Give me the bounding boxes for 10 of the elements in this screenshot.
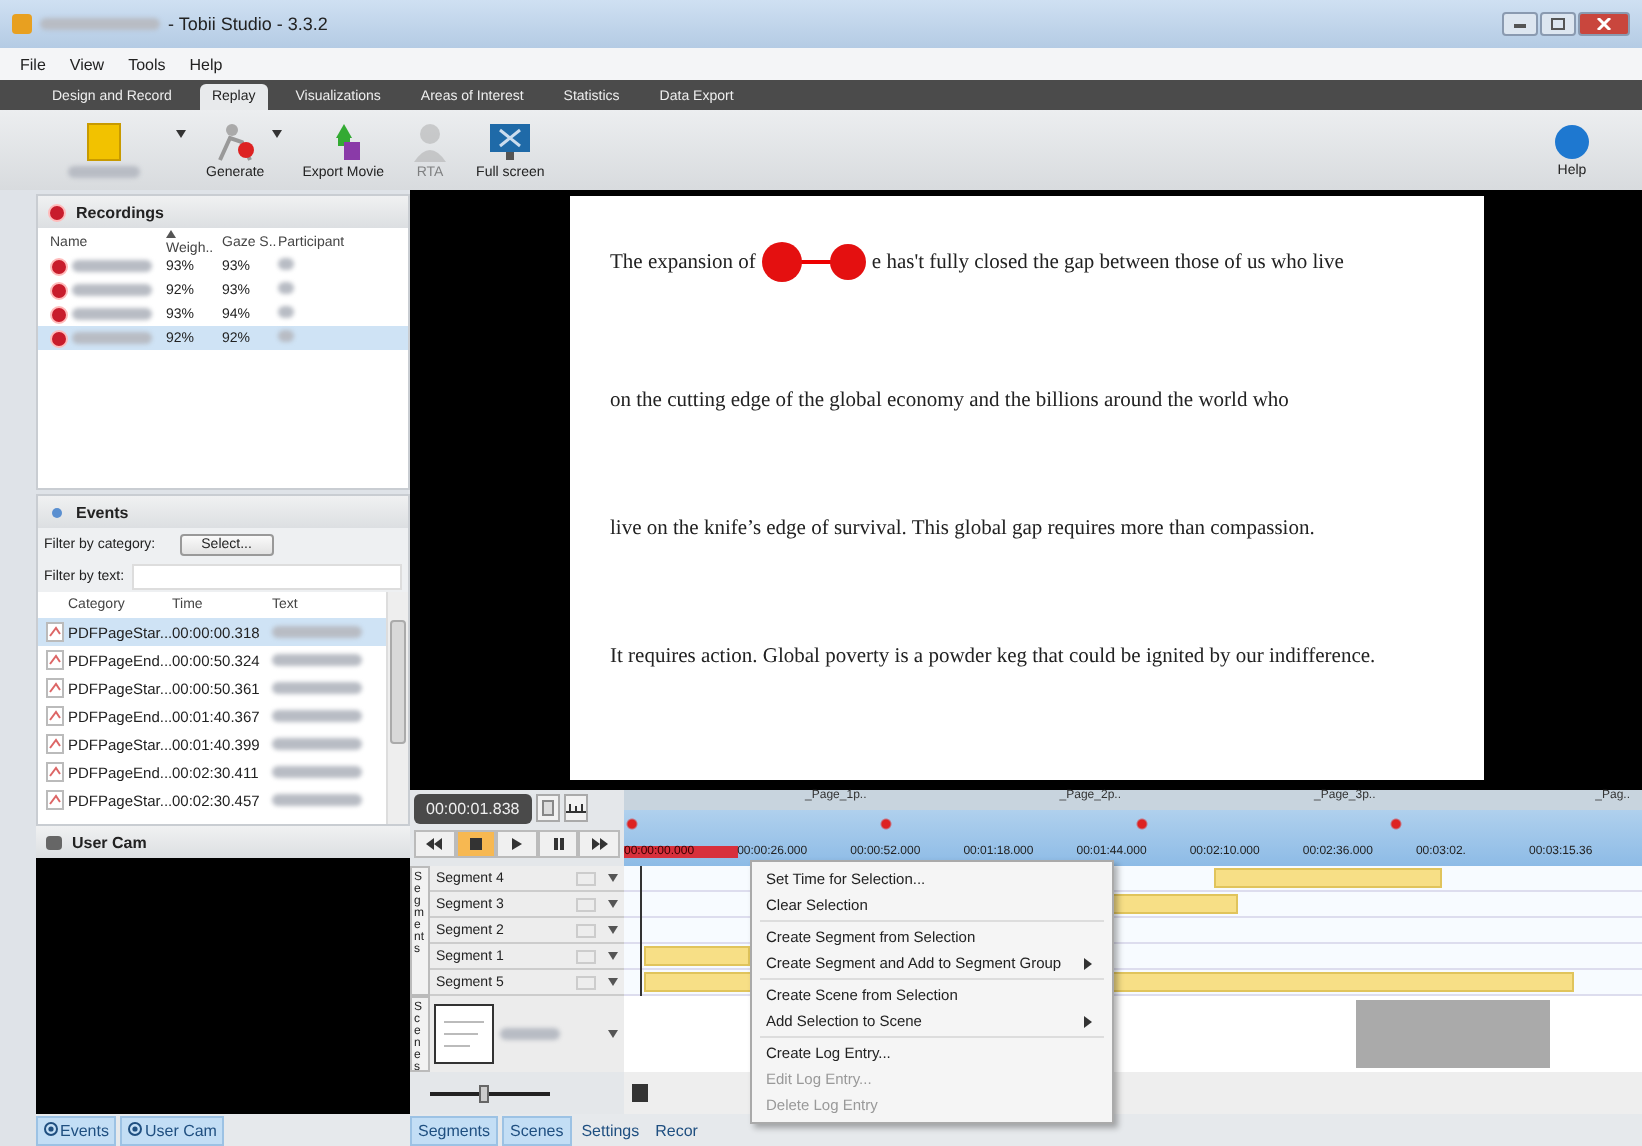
- panel-title: Recordings: [76, 203, 165, 221]
- document-text: on the cutting edge of the global economy and the billions around the world who: [610, 390, 1289, 412]
- panel-title: Events: [76, 503, 129, 521]
- document-text: The expansion of: [610, 252, 756, 278]
- document-text: live on the knife’s edge of survival. This global gap requires more than compassion.: [610, 518, 1315, 540]
- panel-title: User Cam: [72, 833, 147, 851]
- document-text: e has't fully closed the gap between those of us who live: [871, 252, 1344, 278]
- window-title: - Tobii Studio - 3.3.2: [168, 14, 328, 34]
- document-text: It requires action. Global poverty is a powder keg that could be ignited by our indifference.: [610, 646, 1376, 668]
- time-display: 00:00:01.838: [414, 794, 532, 824]
